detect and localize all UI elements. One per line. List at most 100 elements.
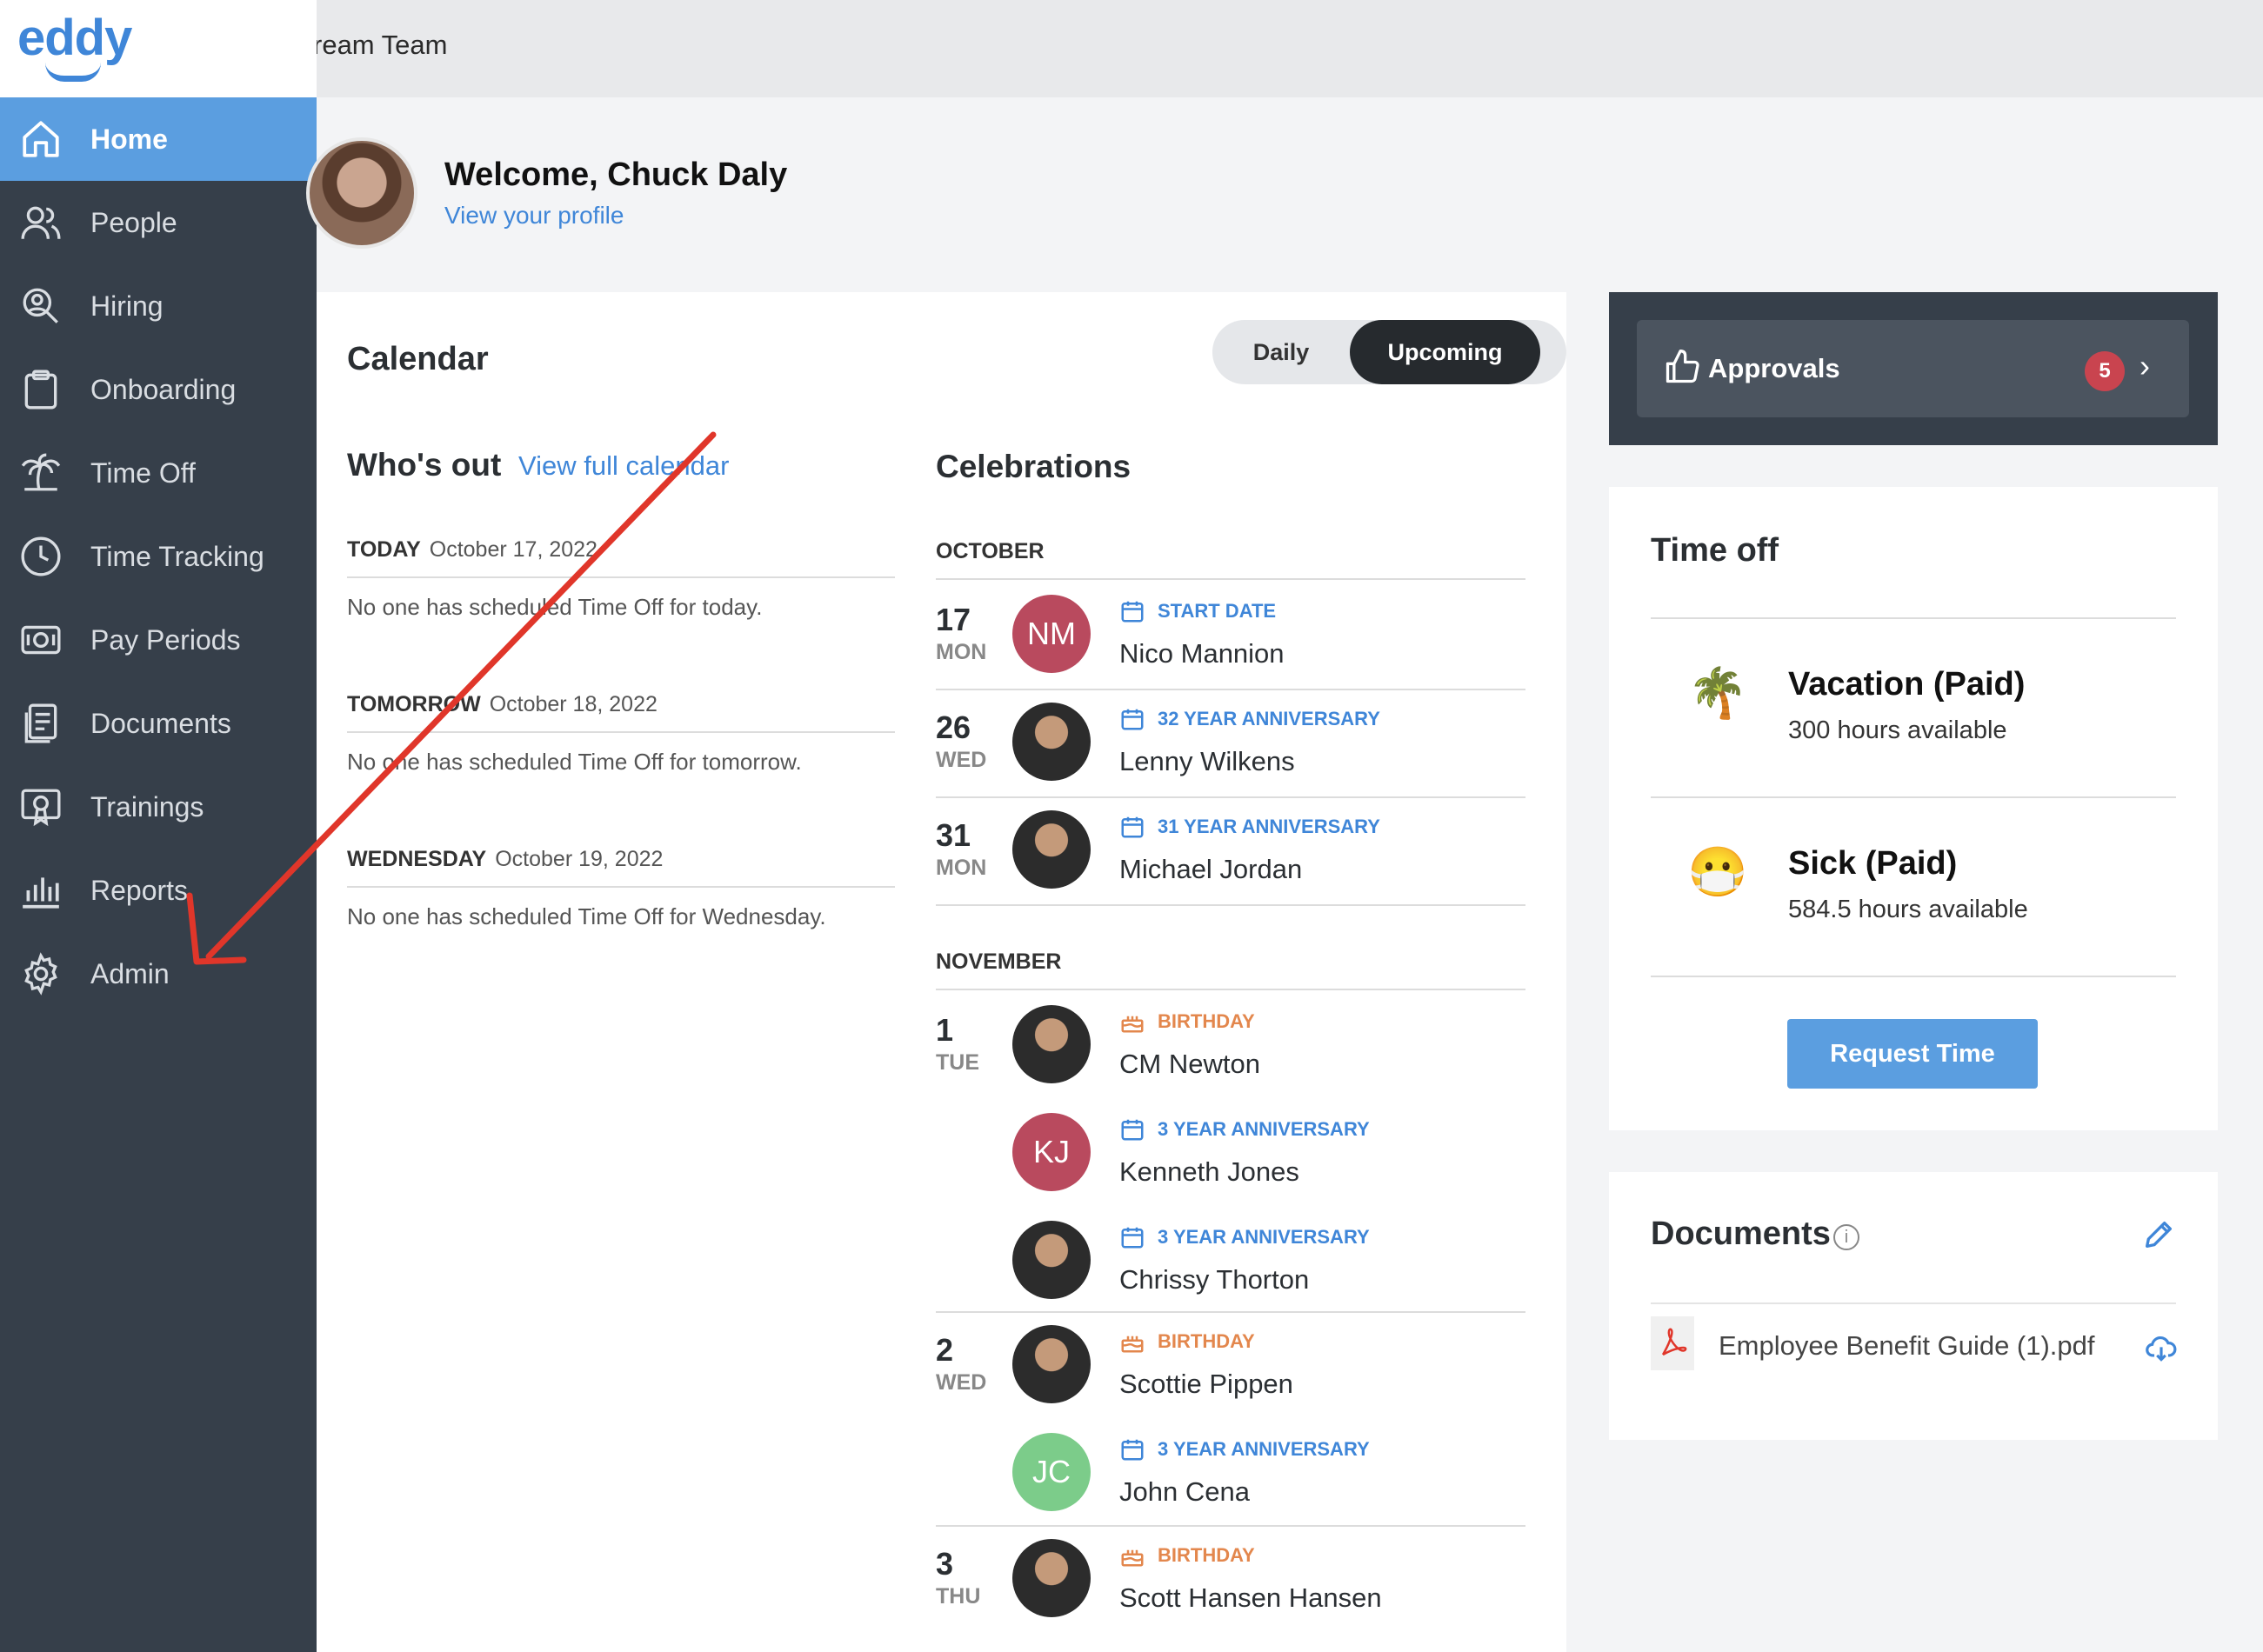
approvals-button[interactable]: Approvals 5 ›: [1637, 320, 2189, 417]
gear-icon: [24, 952, 57, 996]
sidebar-item-people[interactable]: People: [0, 181, 317, 264]
cloud-download-icon[interactable]: [2145, 1332, 2178, 1365]
toggle-upcoming[interactable]: Upcoming: [1350, 320, 1540, 384]
event-type-label: BIRTHDAY: [1158, 1330, 1255, 1352]
divider: [936, 1525, 1525, 1527]
money-icon: [21, 625, 61, 655]
event-person-name[interactable]: Chrissy Thorton: [1119, 1264, 1309, 1296]
sidebar-item-home[interactable]: Home: [0, 97, 317, 181]
logo[interactable]: eddy: [0, 0, 317, 97]
thumbs-up-icon: [1666, 350, 1699, 383]
day-header: TOMORROW October 18, 2022: [347, 692, 895, 733]
certificate-icon: [21, 789, 61, 827]
event-person-name[interactable]: Scottie Pippen: [1119, 1369, 1293, 1400]
sidebar-item-reports[interactable]: Reports: [0, 849, 317, 932]
event-type-label: 32 YEAR ANNIVERSARY: [1158, 708, 1380, 729]
document-link[interactable]: Employee Benefit Guide (1).pdf: [1719, 1330, 2095, 1362]
event-type: BIRTHDAY: [1119, 1329, 1255, 1355]
event-type-label: 3 YEAR ANNIVERSARY: [1158, 1118, 1370, 1140]
whos-out-day: WEDNESDAY October 19, 2022 No one has sch…: [347, 847, 895, 930]
sidebar-item-label: Home: [90, 123, 168, 155]
sidebar-item-admin[interactable]: Admin: [0, 932, 317, 1016]
sidebar-item-label: Pay Periods: [90, 623, 241, 656]
home-icon: [23, 121, 59, 157]
event-person-name[interactable]: Nico Mannion: [1119, 638, 1285, 669]
sidebar-item-trainings[interactable]: Trainings: [0, 765, 317, 849]
time-off-hours: 584.5 hours available: [1788, 896, 2028, 923]
event-type: BIRTHDAY: [1119, 1542, 1255, 1569]
avatar[interactable]: JC: [1012, 1433, 1091, 1511]
avatar[interactable]: [1012, 810, 1091, 889]
event-day: 17: [936, 602, 971, 637]
whos-out-title: Who's out: [347, 447, 502, 483]
day-label: WEDNESDAY: [347, 847, 487, 871]
time-off-title: Time off: [1651, 532, 1779, 569]
avatar[interactable]: [1012, 1539, 1091, 1617]
event-type: 31 YEAR ANNIVERSARY: [1119, 814, 1380, 840]
sidebar-item-hiring[interactable]: Hiring: [0, 264, 317, 348]
event-type: 3 YEAR ANNIVERSARY: [1119, 1224, 1370, 1250]
event-weekday: MON: [936, 640, 987, 664]
avatar[interactable]: [1012, 1221, 1091, 1299]
sidebar-item-onboarding[interactable]: Onboarding: [0, 348, 317, 431]
event-type-label: BIRTHDAY: [1158, 1010, 1255, 1032]
avatar[interactable]: [1012, 1005, 1091, 1083]
day-header: TODAY October 17, 2022: [347, 537, 895, 578]
event-day: 31: [936, 817, 971, 853]
sidebar-item-label: Hiring: [90, 290, 164, 322]
day-label: TOMORROW: [347, 692, 481, 716]
event-type: START DATE: [1119, 598, 1276, 624]
event-person-name[interactable]: Lenny Wilkens: [1119, 746, 1295, 777]
calendar-title: Calendar: [347, 341, 489, 377]
event-type-label: 3 YEAR ANNIVERSARY: [1158, 1438, 1370, 1460]
approvals-label: Approvals: [1708, 353, 1840, 383]
event-type-label: BIRTHDAY: [1158, 1544, 1255, 1566]
sidebar-item-label: People: [90, 206, 177, 238]
toggle-daily[interactable]: Daily: [1212, 320, 1350, 384]
event-person-name[interactable]: CM Newton: [1119, 1049, 1260, 1080]
divider: [1651, 976, 2176, 977]
event-person-name[interactable]: Kenneth Jones: [1119, 1156, 1299, 1188]
event-person-name[interactable]: John Cena: [1119, 1476, 1250, 1508]
pencil-icon[interactable]: [2141, 1217, 2176, 1252]
event-person-name[interactable]: Michael Jordan: [1119, 854, 1302, 885]
event-type: 3 YEAR ANNIVERSARY: [1119, 1436, 1370, 1462]
sidebar-item-time-tracking[interactable]: Time Tracking: [0, 515, 317, 598]
chevron-right-icon: ›: [2140, 348, 2150, 383]
event-weekday: MON: [936, 856, 987, 880]
welcome-heading: Welcome, Chuck Daly: [444, 157, 788, 193]
approvals-count-badge: 5: [2085, 351, 2125, 391]
documents-icon: [24, 703, 57, 743]
day-date: October 18, 2022: [489, 692, 658, 716]
avatar[interactable]: NM: [1012, 595, 1091, 673]
sidebar-item-label: Trainings: [90, 790, 204, 823]
divider: [1651, 617, 2176, 619]
request-time-button[interactable]: Request Time: [1787, 1019, 2038, 1089]
avatar[interactable]: [1012, 1325, 1091, 1403]
sidebar-item-time-off[interactable]: Time Off: [0, 431, 317, 515]
avatar[interactable]: [1012, 703, 1091, 781]
team-name: ream Team: [313, 30, 448, 60]
avatar[interactable]: KJ: [1012, 1113, 1091, 1191]
calendar-card: Calendar Daily Upcoming Who's out View f…: [317, 292, 1566, 1652]
hiring-icon: [23, 288, 58, 323]
avatar[interactable]: [306, 137, 417, 249]
info-icon[interactable]: i: [1833, 1224, 1859, 1250]
day-note: No one has scheduled Time Off for tomorr…: [347, 749, 802, 775]
view-full-calendar-link[interactable]: View full calendar: [518, 450, 729, 482]
sidebar-item-pay-periods[interactable]: Pay Periods: [0, 598, 317, 682]
time-off-hours: 300 hours available: [1788, 716, 2007, 744]
event-weekday: WED: [936, 748, 987, 772]
event-type-label: START DATE: [1158, 600, 1277, 622]
sidebar-item-label: Time Tracking: [90, 540, 264, 572]
top-bar: ream Team: [0, 0, 2263, 97]
sidebar-item-documents[interactable]: Documents: [0, 682, 317, 765]
event-weekday: TUE: [936, 1050, 979, 1075]
divider: [936, 904, 1525, 906]
event-person-name[interactable]: Scott Hansen Hansen: [1119, 1582, 1382, 1614]
documents-title: Documents: [1651, 1216, 1831, 1252]
divider: [936, 689, 1525, 690]
calendar-view-toggle: Daily Upcoming: [1212, 320, 1566, 384]
view-profile-link[interactable]: View your profile: [444, 202, 624, 230]
day-note: No one has scheduled Time Off for Wednes…: [347, 903, 826, 929]
